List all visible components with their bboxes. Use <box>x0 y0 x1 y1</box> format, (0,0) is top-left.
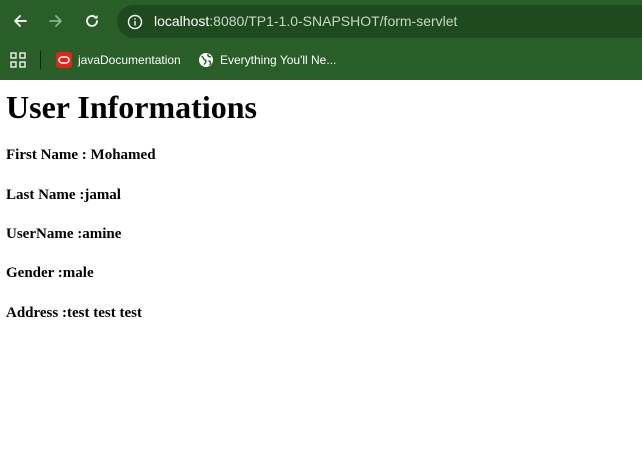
browser-chrome: localhost:8080/TP1-1.0-SNAPSHOT/form-ser… <box>0 0 642 80</box>
address-line: Address :test test test <box>6 305 142 321</box>
forward-button[interactable] <box>44 9 68 33</box>
username-line: UserName :amine <box>6 226 122 242</box>
browser-toolbar: localhost:8080/TP1-1.0-SNAPSHOT/form-ser… <box>0 0 642 42</box>
reload-icon <box>84 13 100 29</box>
site-info-icon[interactable] <box>126 13 144 31</box>
url-text: localhost:8080/TP1-1.0-SNAPSHOT/form-ser… <box>154 13 457 30</box>
url-host: localhost <box>154 13 210 29</box>
bookmark-java-documentation[interactable]: javaDocumentation <box>56 50 181 70</box>
bookmark-label: javaDocumentation <box>78 53 181 67</box>
page-content: User Informations First Name : Mohamed L… <box>0 80 642 454</box>
page-title: User Informations <box>6 89 257 125</box>
reload-button[interactable] <box>80 9 104 33</box>
gender-line: Gender :male <box>6 265 94 281</box>
first-name-line: First Name : Mohamed <box>6 147 156 163</box>
oracle-icon <box>56 52 72 68</box>
url-path: :8080/TP1-1.0-SNAPSHOT/form-servlet <box>209 13 458 29</box>
bookmarks-divider <box>40 51 41 69</box>
address-bar[interactable]: localhost:8080/TP1-1.0-SNAPSHOT/form-ser… <box>117 5 642 38</box>
back-button[interactable] <box>8 9 32 33</box>
apps-grid-icon[interactable] <box>10 52 26 68</box>
bookmarks-bar: javaDocumentation Everything You'll Ne..… <box>0 44 642 74</box>
arrow-right-icon <box>48 13 64 29</box>
globe-icon <box>198 52 214 68</box>
arrow-left-icon <box>12 13 28 29</box>
bookmark-label: Everything You'll Ne... <box>220 53 337 67</box>
last-name-line: Last Name :jamal <box>6 187 121 203</box>
bookmark-everything[interactable]: Everything You'll Ne... <box>198 50 336 70</box>
